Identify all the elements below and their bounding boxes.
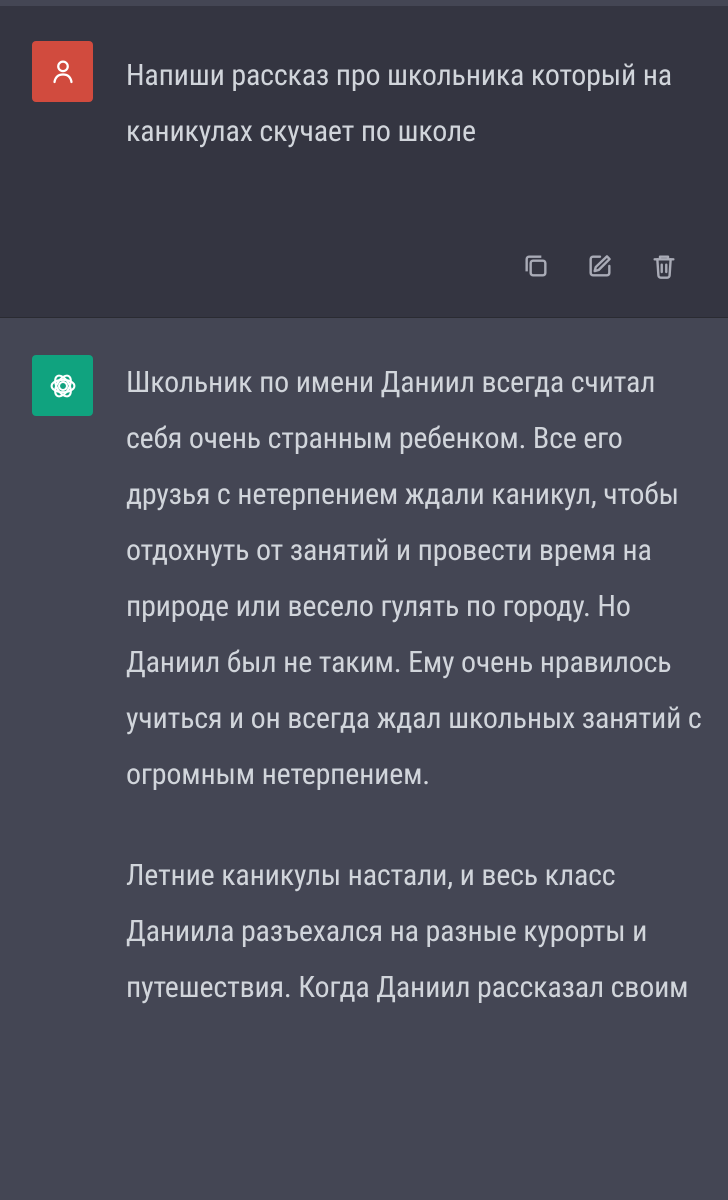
chat-thread: Напиши рассказ про школьника который на … <box>0 0 728 1200</box>
user-icon <box>48 57 78 87</box>
user-message-text: Напиши рассказ про школьника который на … <box>126 58 672 149</box>
copy-button[interactable] <box>516 246 556 286</box>
assistant-paragraph-1: Школьник по имени Даниил всегда считал с… <box>126 365 702 792</box>
edit-icon <box>584 250 616 282</box>
message-actions <box>516 246 684 286</box>
assistant-message: Школьник по имени Даниил всегда считал с… <box>0 318 728 1200</box>
assistant-avatar <box>32 355 93 416</box>
edit-button[interactable] <box>580 246 620 286</box>
assistant-message-text: Школьник по имени Даниил всегда считал с… <box>126 355 706 1016</box>
user-avatar <box>32 41 93 102</box>
chatgpt-logo-icon <box>44 367 82 405</box>
copy-icon <box>520 250 552 282</box>
trash-icon <box>648 250 680 282</box>
user-message: Напиши рассказ про школьника который на … <box>0 6 728 318</box>
assistant-paragraph-2: Летние каникулы настали, и весь класс Да… <box>126 858 689 1005</box>
delete-button[interactable] <box>644 246 684 286</box>
